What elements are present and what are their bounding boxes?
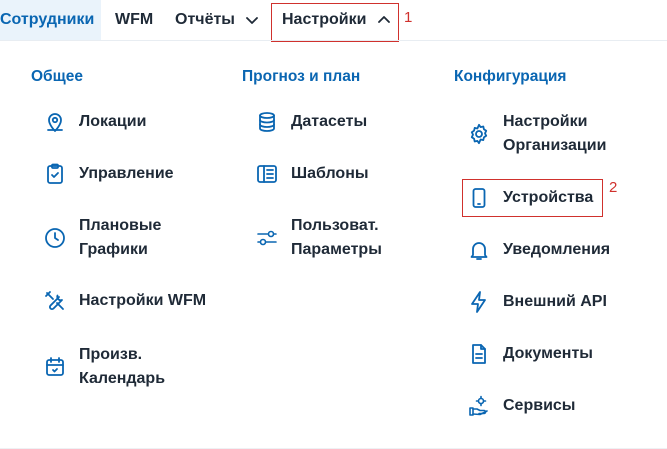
nav-reports[interactable]: Отчёты — [175, 0, 259, 40]
nav-employees-label: Сотрудники — [0, 11, 95, 28]
column-title-forecast: Прогноз и план — [242, 68, 361, 85]
sliders-icon — [255, 226, 279, 250]
nav-wfm[interactable]: WFM — [115, 0, 153, 40]
nav-employees[interactable]: Сотрудники — [0, 0, 102, 40]
menu-item-label: Настройки WFM — [79, 292, 207, 309]
menu-item-label: Уведомления — [503, 241, 611, 258]
map-pin-icon — [43, 110, 67, 134]
column-title-general: Общее — [31, 68, 83, 85]
menu-item-label: Настройки Организации — [503, 113, 607, 154]
clock-icon — [43, 226, 67, 250]
clipboard-check-icon — [43, 162, 67, 186]
template-icon — [255, 162, 279, 186]
document-icon — [467, 342, 491, 366]
menu-item-label: Пользоват. Параметры — [291, 217, 382, 258]
top-navigation: Сотрудники WFM Отчёты Настройки 1 — [0, 0, 667, 42]
calendar-check-icon — [43, 355, 67, 379]
annotation-marker-2: 2 — [609, 179, 618, 196]
bell-icon — [467, 238, 491, 262]
menu-item-label: Документы — [503, 345, 593, 362]
menu-item-label: Датасеты — [291, 113, 368, 130]
settings-dropdown-panel: Общее Локации Управление Плановые График… — [0, 41, 667, 449]
gear-icon — [467, 122, 491, 146]
highlight-box-devices — [462, 179, 603, 217]
chevron-down-icon — [245, 13, 259, 27]
database-icon — [255, 110, 279, 134]
menu-item-label: Управление — [79, 165, 174, 182]
annotation-marker-1: 1 — [404, 9, 413, 26]
menu-item-label: Сервисы — [503, 397, 576, 414]
column-title-configuration: Конфигурация — [454, 68, 567, 85]
lightning-icon — [467, 290, 491, 314]
highlight-box-settings — [271, 3, 399, 42]
services-icon — [467, 394, 491, 418]
menu-item-label: Произв. Календарь — [79, 346, 166, 387]
menu-item-label: Локации — [79, 113, 147, 130]
menu-item-label: Шаблоны — [291, 165, 369, 182]
nav-reports-label: Отчёты — [175, 11, 235, 28]
menu-item-label: Плановые Графики — [79, 217, 162, 258]
tools-icon — [43, 289, 67, 313]
menu-item-label: Внешний API — [503, 293, 607, 310]
nav-wfm-label: WFM — [115, 11, 154, 28]
